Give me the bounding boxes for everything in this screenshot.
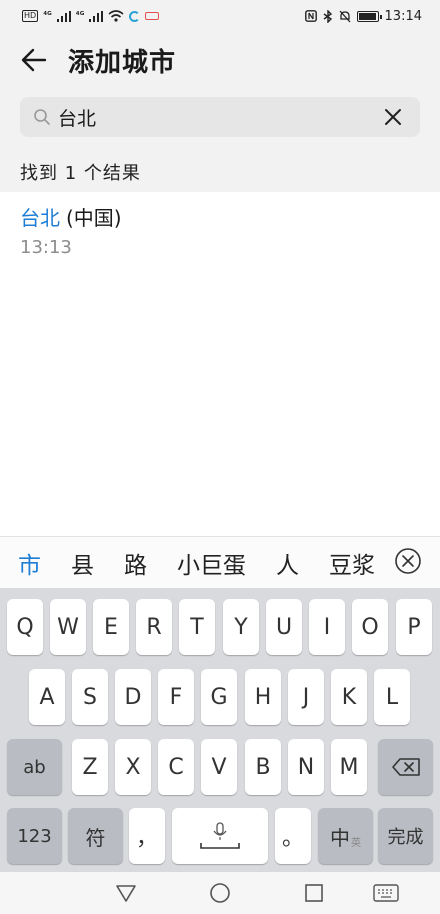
- language-label: 中: [330, 825, 350, 850]
- shift-key[interactable]: ab: [7, 739, 62, 795]
- key-h[interactable]: H: [245, 669, 281, 725]
- soft-keyboard: Q W E R T Y U I O P A S D F G H J K L ab…: [0, 588, 440, 872]
- key-c[interactable]: C: [158, 739, 194, 795]
- key-g[interactable]: G: [201, 669, 237, 725]
- results-count: 找到 1 个结果: [20, 163, 141, 184]
- search-box[interactable]: [20, 97, 420, 137]
- candidate-item[interactable]: 路: [109, 546, 162, 580]
- key-p[interactable]: P: [396, 599, 432, 655]
- backspace-icon: [391, 758, 420, 776]
- symbols-key[interactable]: 符: [68, 808, 123, 864]
- key-a[interactable]: A: [29, 669, 65, 725]
- status-time: 13:14: [384, 8, 422, 24]
- status-left: HD ⁴ᴳ ⁴ᴳ: [22, 10, 160, 22]
- sync-icon: [129, 10, 141, 22]
- numbers-key[interactable]: 123: [7, 808, 62, 864]
- square-recents-icon: [305, 884, 323, 902]
- battery-level: [358, 12, 376, 20]
- signal-icon-2: [89, 10, 104, 22]
- result-city: 台北: [20, 206, 60, 230]
- triangle-back-icon: [116, 885, 136, 902]
- microphone-icon: [200, 822, 240, 849]
- mute-icon: [339, 10, 351, 22]
- candidate-item[interactable]: 小巨蛋: [162, 546, 261, 580]
- candidate-item[interactable]: 县: [56, 546, 109, 580]
- space-key[interactable]: [172, 808, 268, 864]
- circle-close-icon: [395, 548, 421, 574]
- done-key[interactable]: 完成: [378, 808, 433, 864]
- key-o[interactable]: O: [352, 599, 388, 655]
- period-key[interactable]: 。: [275, 808, 311, 864]
- result-item[interactable]: 台北 (中国) 13:13: [20, 202, 420, 266]
- key-s[interactable]: S: [72, 669, 108, 725]
- app-header: 添加城市: [0, 32, 440, 88]
- page-title: 添加城市: [68, 47, 177, 78]
- language-switch-key[interactable]: 中英: [318, 808, 373, 864]
- back-button[interactable]: [6, 32, 62, 88]
- search-input[interactable]: [58, 106, 378, 128]
- battery-icon: [356, 10, 382, 22]
- status-right: 13:14: [304, 8, 422, 24]
- key-u[interactable]: U: [266, 599, 302, 655]
- nav-recents-button[interactable]: [301, 880, 327, 906]
- nfc-icon: [304, 10, 317, 22]
- candidate-close-button[interactable]: [394, 547, 422, 575]
- candidate-item[interactable]: 人: [261, 546, 314, 580]
- nav-keyboard-button[interactable]: [371, 880, 401, 906]
- candidate-item[interactable]: 豆浆: [314, 546, 376, 580]
- candidate-list: 市 县 路 小巨蛋 人 豆浆: [0, 537, 376, 588]
- result-title: 台北 (中国): [20, 202, 420, 231]
- network-type-2: ⁴ᴳ: [75, 10, 85, 21]
- key-q[interactable]: Q: [7, 599, 43, 655]
- signal-icon: [56, 10, 71, 22]
- key-t[interactable]: T: [179, 599, 215, 655]
- keyboard-icon: [373, 884, 399, 902]
- key-z[interactable]: Z: [72, 739, 108, 795]
- key-m[interactable]: M: [331, 739, 367, 795]
- hd-indicator: HD: [22, 10, 39, 22]
- nav-home-button[interactable]: [207, 880, 233, 906]
- backspace-key[interactable]: [378, 739, 433, 795]
- key-l[interactable]: L: [374, 669, 410, 725]
- nav-back-button[interactable]: [113, 880, 139, 906]
- network-type-1: ⁴ᴳ: [43, 10, 52, 21]
- key-i[interactable]: I: [309, 599, 345, 655]
- key-r[interactable]: R: [136, 599, 172, 655]
- ime-candidate-bar: 市 县 路 小巨蛋 人 豆浆: [0, 536, 440, 588]
- results-list: 台北 (中国) 13:13: [0, 192, 440, 536]
- key-n[interactable]: N: [288, 739, 324, 795]
- arrow-left-icon: [21, 48, 47, 72]
- search-icon: [32, 107, 52, 127]
- key-j[interactable]: J: [288, 669, 324, 725]
- system-nav-bar: [0, 872, 440, 914]
- candidate-item[interactable]: 市: [0, 546, 56, 580]
- key-x[interactable]: X: [115, 739, 151, 795]
- result-time: 13:13: [20, 237, 72, 258]
- key-w[interactable]: W: [50, 599, 86, 655]
- comma-key[interactable]: ，: [129, 808, 165, 864]
- key-v[interactable]: V: [201, 739, 237, 795]
- key-d[interactable]: D: [115, 669, 151, 725]
- language-sub-label: 英: [351, 837, 361, 849]
- key-b[interactable]: B: [245, 739, 281, 795]
- notification-icon: [145, 12, 160, 20]
- key-f[interactable]: F: [158, 669, 194, 725]
- close-icon: [385, 109, 401, 125]
- clear-search-button[interactable]: [378, 102, 408, 132]
- circle-home-icon: [210, 883, 230, 903]
- wifi-icon: [108, 10, 124, 22]
- bluetooth-icon: [323, 9, 332, 23]
- key-k[interactable]: K: [331, 669, 367, 725]
- result-country: (中国): [66, 206, 122, 230]
- status-bar: HD ⁴ᴳ ⁴ᴳ 13:14: [0, 0, 440, 32]
- key-e[interactable]: E: [93, 599, 129, 655]
- key-y[interactable]: Y: [223, 599, 259, 655]
